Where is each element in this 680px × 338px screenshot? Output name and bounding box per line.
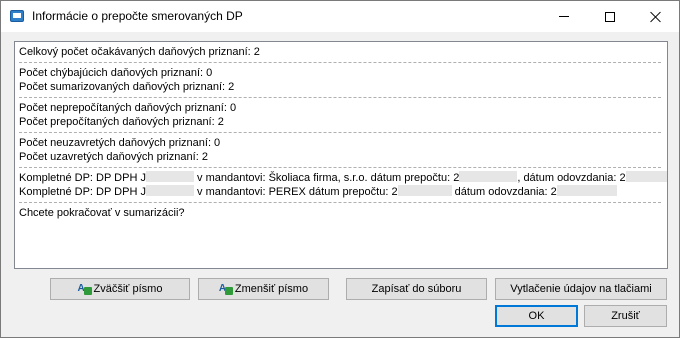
title-bar[interactable]: Informácie o prepočte smerovaných DP (1, 1, 679, 32)
complete-dp-text: v mandantovi: Školiaca firma, s.r.o. dát… (193, 172, 460, 184)
total-count-line: Celkový počet očakávaných daňových prizn… (19, 46, 260, 58)
shrink-font-button[interactable]: A Zmenšiť písmo (198, 278, 329, 300)
complete-dp-line: Kompletné DP: DP DPH J v mandantovi: Ško… (19, 171, 667, 185)
cancel-button[interactable]: Zrušiť (584, 305, 667, 327)
minimize-icon (559, 16, 569, 17)
print-button[interactable]: Vytlačenie údajov na tlačiami (495, 278, 667, 300)
dialog-window: Informácie o prepočte smerovaných DP Cel… (0, 0, 680, 338)
complete-dp-text: Kompletné DP: DP DPH J (19, 172, 146, 184)
redacted-text (145, 185, 194, 196)
window-title: Informácie o prepočte smerovaných DP (32, 9, 243, 23)
missing-count-line: Počet chýbajúcich daňových priznaní: 0 (19, 67, 213, 79)
enlarge-font-button[interactable]: A Zväčšiť písmo (50, 278, 190, 300)
continue-question: Chcete pokračovať v sumarizácii? (19, 207, 185, 219)
complete-dp-line: Kompletné DP: DP DPH J v mandantovi: PER… (19, 185, 663, 199)
message-text-area[interactable]: Celkový počet očakávaných daňových prizn… (14, 41, 668, 269)
complete-dp-text: Kompletné DP: DP DPH J (19, 186, 146, 198)
separator (19, 199, 663, 206)
separator (19, 164, 663, 171)
recalculated-count-line: Počet prepočítaných daňových priznaní: 2 (19, 116, 224, 128)
separator (19, 129, 663, 136)
enlarge-font-label: Zväčšiť písmo (93, 283, 163, 295)
complete-dp-text: dátum odovzdania: 2 (451, 186, 557, 198)
redacted-text (397, 185, 452, 196)
close-button[interactable] (633, 1, 679, 32)
redacted-text (459, 171, 518, 182)
separator (19, 94, 663, 101)
ok-button[interactable]: OK (495, 305, 578, 327)
shrink-font-label: Zmenšiť písmo (234, 283, 309, 295)
font-size-icon: A (78, 283, 92, 295)
maximize-button[interactable] (587, 1, 633, 32)
separator (19, 59, 663, 66)
redacted-text (625, 171, 667, 182)
complete-dp-text: , dátum odovzdania: 2 (517, 172, 626, 184)
minimize-button[interactable] (541, 1, 587, 32)
font-size-icon: A (219, 283, 233, 295)
app-icon (10, 10, 24, 22)
redacted-text (145, 171, 194, 182)
maximize-icon (605, 11, 615, 22)
not-closed-count-line: Počet neuzavretých daňových priznaní: 0 (19, 137, 221, 149)
summarized-count-line: Počet sumarizovaných daňových priznaní: … (19, 81, 235, 93)
save-to-file-button[interactable]: Zapísať do súboru (346, 278, 487, 300)
complete-dp-text: v mandantovi: PEREX dátum prepočtu: 2 (193, 186, 398, 198)
close-icon (650, 11, 662, 23)
closed-count-line: Počet uzavretých daňových priznaní: 2 (19, 151, 208, 163)
redacted-text (556, 185, 617, 196)
not-recalculated-count-line: Počet neprepočítaných daňových priznaní:… (19, 102, 237, 114)
